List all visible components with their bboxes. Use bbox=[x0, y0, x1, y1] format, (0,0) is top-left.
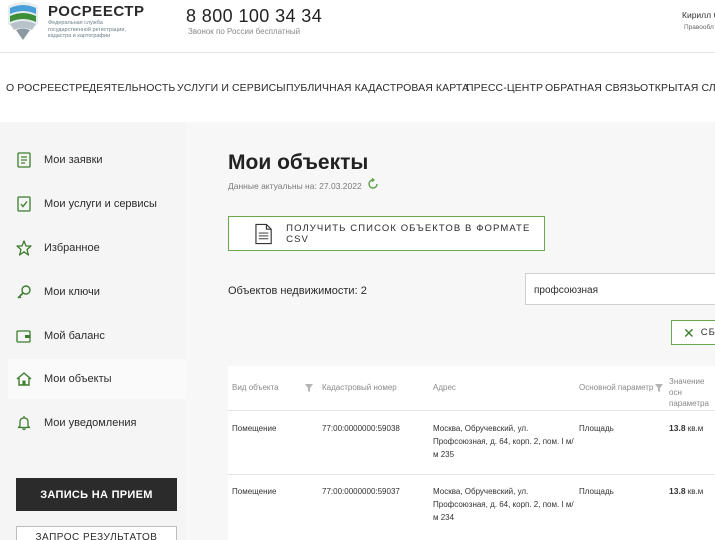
sidebar-item-label: Мои уведомления bbox=[44, 417, 137, 429]
sidebar-item-favorites[interactable]: Избранное bbox=[8, 228, 186, 268]
rosreestr-emblem-icon bbox=[8, 2, 38, 40]
cell-address: Москва, Обручевский, ул. Профсоюзная, д.… bbox=[433, 424, 574, 459]
cell-cadastral[interactable]: 77:00:0000000:59038 bbox=[322, 422, 400, 435]
sidebar-item-label: Мои объекты bbox=[44, 373, 112, 385]
cell-value-unit: кв.м bbox=[687, 424, 704, 433]
sidebar-item-my-notifications[interactable]: Мои уведомления bbox=[8, 403, 186, 443]
user-role: Правообл bbox=[684, 24, 714, 31]
cell-value: 13.8 кв.м bbox=[669, 485, 703, 498]
cell-value-unit: кв.м bbox=[687, 487, 704, 496]
sidebar-item-my-requests[interactable]: Мои заявки bbox=[8, 140, 186, 180]
reset-filter-label: СБ bbox=[700, 327, 715, 338]
nav-item-cadastral-map[interactable]: ПУБЛИЧНАЯ КАДАСТРОВАЯ КАРТА bbox=[286, 82, 469, 94]
sidebar-item-label: Мои ключи bbox=[44, 286, 100, 298]
csv-export-label: ПОЛУЧИТЬ СПИСОК ОБЪЕКТОВ В ФОРМАТЕ CSV bbox=[286, 222, 531, 245]
cell-param: Площадь bbox=[579, 424, 614, 433]
cell-address: Москва, Обручевский, ул. Профсоюзная, д.… bbox=[433, 487, 574, 522]
objects-table: Вид объекта Кадастровый номер Адрес Осно… bbox=[228, 366, 715, 540]
wallet-icon bbox=[14, 326, 34, 346]
nav-item-open-service[interactable]: ОТКРЫТАЯ СЛУ bbox=[640, 82, 715, 94]
cell-cadastral[interactable]: 77:00:0000000:59037 bbox=[322, 485, 400, 498]
nav-item-activity[interactable]: ДЕЯТЕЛЬНОСТЬ bbox=[89, 82, 175, 94]
search-input-value: профсоюзная bbox=[534, 285, 599, 296]
main-nav: О РОСРЕЕСТРЕ ДЕЯТЕЛЬНОСТЬ УСЛУГИ И СЕРВИ… bbox=[0, 72, 715, 102]
cell-param: Площадь bbox=[579, 487, 614, 496]
cell-value-number: 13.8 bbox=[669, 423, 686, 433]
logo-subtitle: Федеральная служба государственной регис… bbox=[48, 20, 126, 39]
data-actual-date: Данные актуальны на: 27.03.2022 bbox=[228, 181, 362, 191]
nav-item-feedback[interactable]: ОБРАТНАЯ СВЯЗЬ bbox=[545, 82, 641, 94]
column-header-type[interactable]: Вид объекта bbox=[232, 382, 279, 393]
table-divider bbox=[228, 474, 715, 475]
hotline-phone[interactable]: 8 800 100 34 34 bbox=[186, 6, 322, 27]
sidebar-item-my-services[interactable]: Мои услуги и сервисы bbox=[8, 184, 186, 224]
filter-icon[interactable] bbox=[655, 384, 663, 392]
sidebar-item-my-keys[interactable]: Мои ключи bbox=[8, 272, 186, 312]
sidebar-item-label: Мои заявки bbox=[44, 154, 103, 166]
cell-value-number: 13.8 bbox=[669, 486, 686, 496]
nav-item-services[interactable]: УСЛУГИ И СЕРВИСЫ bbox=[177, 82, 286, 94]
nav-item-about[interactable]: О РОСРЕЕСТРЕ bbox=[6, 82, 89, 94]
file-csv-icon bbox=[255, 223, 272, 244]
rosreestr-logo[interactable]: РОСРЕЕСТР Федеральная служба государстве… bbox=[6, 0, 146, 44]
user-name[interactable]: Кирилл С bbox=[682, 10, 715, 20]
results-request-button[interactable]: ЗАПРОС РЕЗУЛЬТАТОВ bbox=[16, 526, 177, 540]
hotline-note: Звонок по России бесплатный bbox=[188, 27, 301, 36]
sidebar-item-label: Мои услуги и сервисы bbox=[44, 198, 157, 210]
reset-filter-button[interactable]: ✕ СБ bbox=[671, 320, 715, 345]
key-icon bbox=[14, 282, 34, 302]
star-icon bbox=[14, 238, 34, 258]
column-header-cadastral[interactable]: Кадастровый номер bbox=[322, 382, 397, 393]
appointment-button[interactable]: ЗАПИСЬ НА ПРИЕМ bbox=[16, 478, 177, 511]
sidebar-item-label: Мой баланс bbox=[44, 330, 105, 342]
search-input[interactable]: профсоюзная bbox=[525, 273, 715, 305]
refresh-icon[interactable] bbox=[367, 178, 379, 190]
page-title: Мои объекты bbox=[228, 151, 369, 174]
checklist-icon bbox=[14, 194, 34, 214]
column-header-param[interactable]: Основной параметр bbox=[579, 382, 653, 393]
sidebar-item-my-balance[interactable]: Мой баланс bbox=[8, 316, 186, 356]
cell-value: 13.8 кв.м bbox=[669, 422, 703, 435]
header: РОСРЕЕСТР Федеральная служба государстве… bbox=[0, 0, 715, 52]
csv-export-button[interactable]: ПОЛУЧИТЬ СПИСОК ОБЪЕКТОВ В ФОРМАТЕ CSV bbox=[228, 216, 545, 251]
column-header-value[interactable]: Значение осн параметра bbox=[669, 376, 715, 409]
filter-icon[interactable] bbox=[305, 384, 313, 392]
house-icon bbox=[14, 369, 34, 389]
column-header-address[interactable]: Адрес bbox=[433, 382, 456, 393]
sidebar-item-label: Избранное bbox=[44, 242, 100, 254]
logo-title: РОСРЕЕСТР bbox=[48, 3, 145, 20]
close-icon: ✕ bbox=[683, 324, 695, 341]
cell-type: Помещение bbox=[232, 424, 277, 433]
bell-icon bbox=[14, 413, 34, 433]
nav-item-press-center[interactable]: ПРЕСС-ЦЕНТР bbox=[466, 82, 543, 94]
table-divider bbox=[228, 410, 715, 411]
header-divider bbox=[0, 52, 715, 53]
objects-count: Объектов недвижимости: 2 bbox=[228, 285, 367, 297]
cell-type: Помещение bbox=[232, 487, 277, 496]
document-list-icon bbox=[14, 150, 34, 170]
sidebar-item-my-objects[interactable]: Мои объекты bbox=[8, 359, 186, 399]
